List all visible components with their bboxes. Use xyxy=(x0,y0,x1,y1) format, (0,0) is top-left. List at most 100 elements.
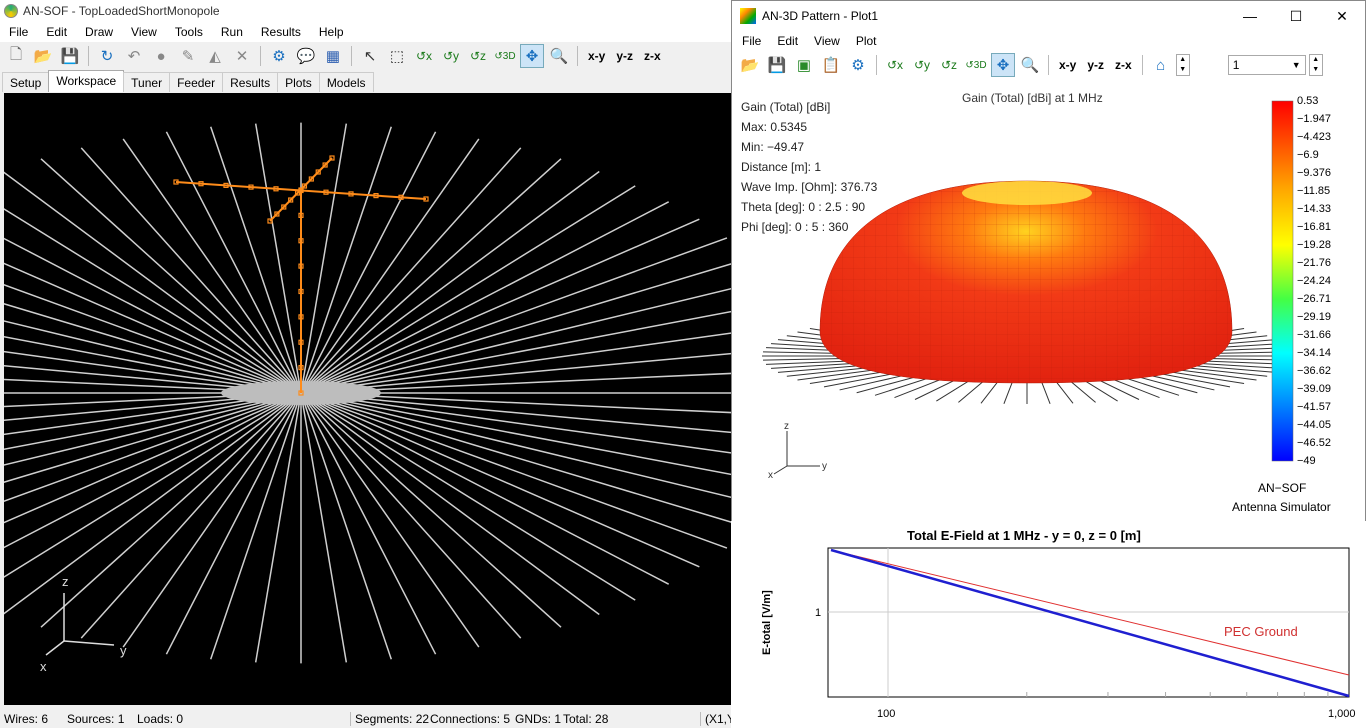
pattern-toolbar: 📂 💾 ▣ 📋 ⚙ ↺x ↺y ↺z ↺3D ✥ 🔍 x-y y-z z-x ⌂… xyxy=(732,51,1365,79)
rotate-x-icon[interactable]: ↺x xyxy=(412,44,436,68)
zoom-icon[interactable]: 🔍 xyxy=(1018,53,1042,77)
colorbar-tick-label: −14.33 xyxy=(1297,203,1331,215)
antenna-model-view[interactable]: z y x xyxy=(4,93,731,705)
toolbar-separator xyxy=(351,46,352,66)
main-menu-bar: File Edit Draw View Tools Run Results He… xyxy=(0,22,731,42)
rotate-x-icon[interactable]: ↺x xyxy=(883,53,907,77)
toolbar-separator xyxy=(1141,55,1143,75)
pattern-title-bar: AN-3D Pattern - Plot1 — ☐ ✕ xyxy=(732,1,1365,31)
tab-feeder[interactable]: Feeder xyxy=(169,72,224,92)
rotate-y-icon[interactable]: ↺y xyxy=(910,53,934,77)
view-yz-button[interactable]: y-z xyxy=(612,49,637,63)
open-folder-icon[interactable]: 📂 xyxy=(738,53,762,77)
view-zx-button[interactable]: z-x xyxy=(640,49,665,63)
rotate-3d-icon[interactable]: ↺3D xyxy=(964,53,988,77)
open-folder-icon[interactable]: 📂 xyxy=(31,44,55,68)
pointer-icon[interactable]: ↖ xyxy=(358,44,382,68)
axis-triad xyxy=(45,593,115,656)
zoom-icon[interactable]: 🔍 xyxy=(547,44,571,68)
pattern-menu-bar: File Edit View Plot xyxy=(732,31,1365,51)
tab-plots[interactable]: Plots xyxy=(277,72,320,92)
pattern-menu-file[interactable]: File xyxy=(734,34,769,48)
radial-wire xyxy=(4,320,302,394)
view-xy-button[interactable]: x-y xyxy=(584,49,609,63)
stop-icon[interactable]: ● xyxy=(149,44,173,68)
tab-setup[interactable]: Setup xyxy=(2,72,50,92)
main-window-title: AN-SOF - TopLoadedShortMonopole xyxy=(23,4,220,18)
export-image-icon[interactable]: ▣ xyxy=(792,53,816,77)
tab-results[interactable]: Results xyxy=(222,72,279,92)
clipboard-icon[interactable]: 📋 xyxy=(819,53,843,77)
frame-select[interactable]: 1 ▼ xyxy=(1227,55,1306,75)
pattern-window: AN-3D Pattern - Plot1 — ☐ ✕ File Edit Vi… xyxy=(731,0,1366,521)
fill-icon[interactable]: ◭ xyxy=(203,44,227,68)
efield-ytick-1: 1 xyxy=(815,607,821,619)
efield-plot-panel: Total E-Field at 1 MHz - y = 0, z = 0 [m… xyxy=(731,521,1366,728)
main-title-bar: AN-SOF - TopLoadedShortMonopole xyxy=(0,0,731,22)
menu-help[interactable]: Help xyxy=(310,25,353,39)
radial-wire xyxy=(300,131,437,394)
colorbar-tick-label: −36.62 xyxy=(1297,365,1331,377)
menu-edit[interactable]: Edit xyxy=(37,25,76,39)
pencil-icon[interactable]: ✎ xyxy=(176,44,200,68)
frame-select-spinner[interactable]: ▲ ▼ xyxy=(1308,54,1323,76)
frame-select-value: 1 xyxy=(1232,58,1240,72)
radiation-pattern-3d: z y x xyxy=(762,100,1294,481)
colorbar-tick-label: −24.24 xyxy=(1297,275,1331,287)
status-total: Total: 28 xyxy=(563,712,609,726)
settings-gear-icon[interactable]: ⚙ xyxy=(846,53,870,77)
undo-icon[interactable]: ↶ xyxy=(122,44,146,68)
pattern-menu-plot[interactable]: Plot xyxy=(848,34,885,48)
efield-ylabel: E-total [V/m] xyxy=(761,590,773,655)
rotate-z-icon[interactable]: ↺z xyxy=(937,53,961,77)
select-rect-icon[interactable]: ⬚ xyxy=(385,44,409,68)
pattern-menu-view[interactable]: View xyxy=(806,34,848,48)
toolbar-separator xyxy=(876,55,877,75)
radial-wire xyxy=(254,123,302,394)
pattern-canvas[interactable]: Gain (Total) [dBi] at 1 MHz Gain (Total)… xyxy=(732,81,1365,521)
pattern-app-icon xyxy=(740,8,756,24)
workspace-canvas[interactable]: z y x xyxy=(4,93,731,705)
status-loads: Loads: 0 xyxy=(137,712,184,726)
save-icon[interactable]: 💾 xyxy=(765,53,789,77)
comment-icon[interactable]: 💬 xyxy=(294,44,318,68)
close-icon[interactable]: ✕ xyxy=(1319,1,1365,31)
toolbar-separator xyxy=(88,46,89,66)
view-yz-button[interactable]: y-z xyxy=(1083,58,1108,72)
pan-icon[interactable]: ✥ xyxy=(991,53,1015,77)
menu-run[interactable]: Run xyxy=(212,25,252,39)
home-icon[interactable]: ⌂ xyxy=(1149,53,1173,77)
rotate-3d-icon[interactable]: ↺3D xyxy=(493,44,517,68)
radial-wire xyxy=(300,392,437,655)
radial-wire xyxy=(4,208,302,394)
pan-icon[interactable]: ✥ xyxy=(520,44,544,68)
colorbar-tick-label: −41.57 xyxy=(1297,401,1331,413)
menu-tools[interactable]: Tools xyxy=(166,25,212,39)
save-icon[interactable]: 💾 xyxy=(58,44,82,68)
maximize-icon[interactable]: ☐ xyxy=(1273,1,1319,31)
tab-tuner[interactable]: Tuner xyxy=(123,72,171,92)
view-zx-button[interactable]: z-x xyxy=(1111,58,1136,72)
delete-icon[interactable]: ✕ xyxy=(230,44,254,68)
menu-view[interactable]: View xyxy=(122,25,166,39)
colorbar-tick-label: −39.09 xyxy=(1297,383,1331,395)
radial-wire xyxy=(80,392,302,639)
rotate-z-icon[interactable]: ↺z xyxy=(466,44,490,68)
menu-draw[interactable]: Draw xyxy=(76,25,122,39)
pattern-menu-edit[interactable]: Edit xyxy=(769,34,806,48)
frame-spinner[interactable]: ▲ ▼ xyxy=(1175,54,1190,76)
view-xy-button[interactable]: x-y xyxy=(1055,58,1080,72)
status-wires: Wires: 6 xyxy=(4,712,49,726)
rotate-y-icon[interactable]: ↺y xyxy=(439,44,463,68)
minimize-icon[interactable]: — xyxy=(1227,1,1273,31)
tab-workspace[interactable]: Workspace xyxy=(48,70,125,92)
app-logo-icon xyxy=(4,4,18,18)
colorbar-tick-label: −21.76 xyxy=(1297,257,1331,269)
tab-models[interactable]: Models xyxy=(318,72,374,92)
rotate-icon[interactable]: ↻ xyxy=(95,44,119,68)
menu-results[interactable]: Results xyxy=(252,25,310,39)
settings-gear-icon[interactable]: ⚙ xyxy=(267,44,291,68)
calculator-icon[interactable]: ▦ xyxy=(321,44,345,68)
new-file-icon[interactable]: 🗋 xyxy=(4,44,28,68)
menu-file[interactable]: File xyxy=(0,25,37,39)
